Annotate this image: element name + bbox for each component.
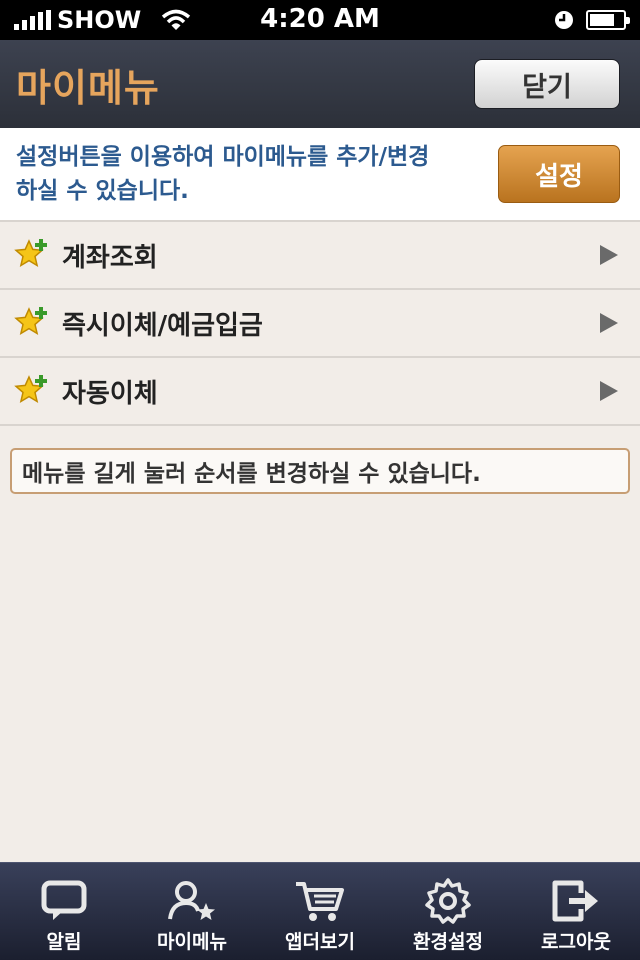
status-left: SHOW (14, 6, 191, 34)
tab-more-apps[interactable]: 앱더보기 (256, 863, 384, 960)
info-panel: 설정버튼을 이용하여 마이메뉴를 추가/변경 하실 수 있습니다. 설정 (0, 128, 640, 222)
header-bar: 마이메뉴 닫기 (0, 40, 640, 128)
tab-label: 앱더보기 (285, 931, 355, 953)
battery-level (590, 14, 614, 26)
my-menu-list: 계좌조회 즉시이체/예금입금 자동이체 (0, 222, 640, 426)
tab-notifications[interactable]: 알림 (0, 863, 128, 960)
tab-label: 마이메뉴 (157, 931, 227, 953)
tab-logout[interactable]: 로그아웃 (512, 863, 640, 960)
tab-label: 환경설정 (413, 931, 483, 953)
logout-icon (552, 880, 598, 922)
menu-item-account-inquiry[interactable]: 계좌조회 (0, 222, 640, 290)
battery-icon (586, 10, 630, 30)
tab-settings[interactable]: 환경설정 (384, 863, 512, 960)
menu-item-auto-transfer[interactable]: 자동이체 (0, 358, 640, 426)
star-add-icon (14, 375, 47, 404)
signal-strength-icon (14, 10, 51, 30)
status-right (554, 10, 630, 30)
menu-item-instant-transfer[interactable]: 즉시이체/예금입금 (0, 290, 640, 358)
menu-item-label: 자동이체 (62, 378, 158, 409)
carrier-name: SHOW (57, 6, 142, 34)
reorder-hint: 메뉴를 길게 눌러 순서를 변경하실 수 있습니다. (10, 448, 630, 494)
close-button[interactable]: 닫기 (474, 59, 620, 109)
person-star-icon (168, 881, 215, 920)
status-bar: SHOW 4:20 AM (0, 0, 640, 40)
page-title: 마이메뉴 (16, 65, 160, 110)
chat-bubble-icon (41, 880, 87, 920)
clock-icon (555, 11, 573, 29)
cart-icon (296, 882, 344, 921)
chevron-right-icon (600, 313, 618, 333)
tab-label: 로그아웃 (541, 931, 611, 953)
settings-button[interactable]: 설정 (498, 145, 620, 203)
info-text: 설정버튼을 이용하여 마이메뉴를 추가/변경 하실 수 있습니다. (16, 144, 430, 204)
menu-item-label: 즉시이체/예금입금 (62, 310, 263, 341)
bottom-tab-bar: 알림 마이메뉴 앱더보기 환경설정 로그아웃 (0, 862, 640, 960)
star-add-icon (14, 307, 47, 336)
chevron-right-icon (600, 381, 618, 401)
tab-my-menu[interactable]: 마이메뉴 (128, 863, 256, 960)
tab-label: 알림 (46, 931, 82, 953)
star-add-icon (14, 239, 47, 268)
wifi-icon (162, 9, 191, 30)
chevron-right-icon (600, 245, 618, 265)
gear-icon (425, 878, 471, 924)
menu-item-label: 계좌조회 (62, 242, 158, 273)
